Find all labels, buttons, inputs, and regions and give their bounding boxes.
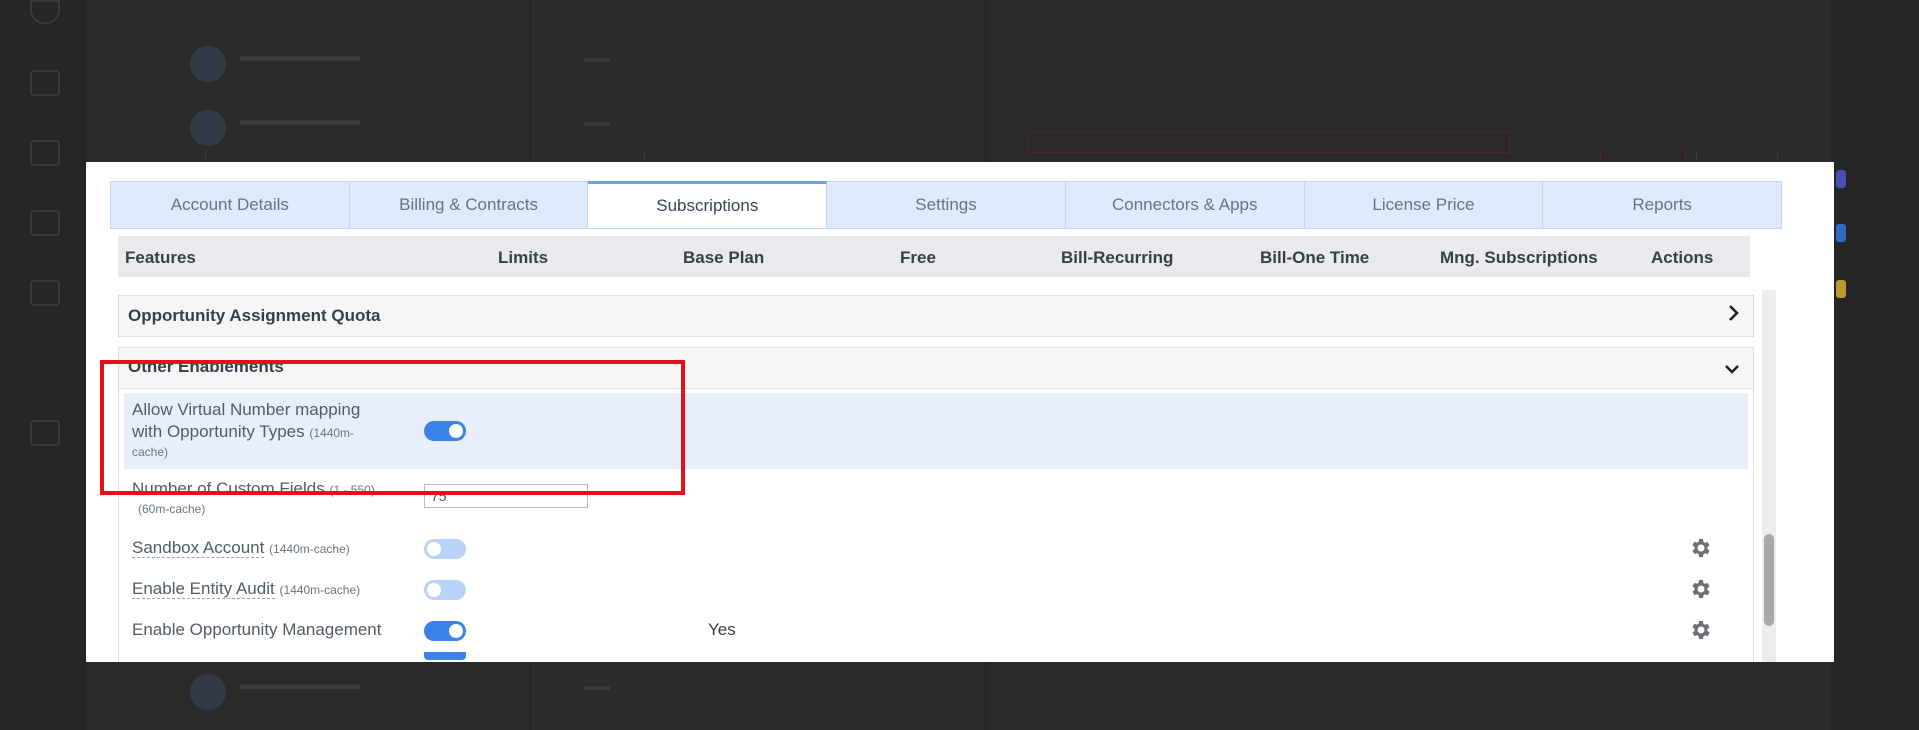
background-item-title: ▬▬▬▬▬▬▬▬ [240,676,360,693]
background-avatar [190,46,226,82]
sandbox-account-toggle[interactable] [424,539,466,559]
opportunity-management-toggle[interactable] [424,621,466,641]
chevron-right-icon[interactable] [1728,303,1740,329]
gear-icon[interactable] [1688,536,1712,560]
background-nav-icon [30,210,60,236]
toggle-knob [449,624,463,638]
tab-reports[interactable]: Reports [1543,182,1781,228]
tab-bar: Account Details Billing & Contracts Subs… [110,181,1782,229]
background-avatar [190,674,226,710]
vertical-scrollbar[interactable] [1762,290,1776,662]
partial-toggle[interactable] [424,652,466,660]
feature-label: Sandbox Account (1440m-cache) [132,537,350,560]
tab-account-details[interactable]: Account Details [111,182,350,228]
background-list-item: ▬▬▬▬▬▬▬▬ ▬▬ [190,42,610,86]
feature-table-header: Features Limits Base Plan Free Bill-Recu… [118,236,1750,277]
tab-billing-contracts[interactable]: Billing & Contracts [350,182,589,228]
feature-row-partial [124,652,1748,662]
background-list-item: ▬▬▬▬▬▬▬▬ ▬▬ [190,106,610,150]
chevron-down-icon[interactable] [1723,358,1741,381]
cache-note: (1440m-cache) [269,542,350,556]
background-item-title: ▬▬▬▬▬▬▬▬ [240,112,360,129]
background-highlight [1028,131,1510,153]
background-nav-icon [30,420,60,446]
highlight-annotation-box [100,360,685,495]
background-app-icon [1836,224,1846,242]
feature-label-text: Enable Entity Audit [132,579,275,599]
background-app-icon [1836,170,1846,188]
column-header-free: Free [900,248,936,267]
tab-settings[interactable]: Settings [827,182,1066,228]
column-header-features: Features [125,248,196,267]
background-item-count: ▬▬ [584,678,610,693]
tab-connectors-apps[interactable]: Connectors & Apps [1066,182,1305,228]
background-nav-icon [30,280,60,306]
background-nav-icon [30,70,60,96]
background-list-item: ▬▬▬▬▬▬▬▬ ▬▬ [190,670,610,714]
toggle-knob [427,542,441,556]
column-header-bill-one-time: Bill-One Time [1260,248,1370,267]
toggle-knob [427,583,441,597]
background-app-icon [1836,280,1846,298]
feature-row-entity-audit: Enable Entity Audit (1440m-cache) [124,569,1748,609]
section-title: Opportunity Assignment Quota [128,306,381,325]
entity-audit-toggle[interactable] [424,580,466,600]
column-header-mng-subscriptions: Mng. Subscriptions [1440,248,1598,267]
base-plan-value: Yes [708,620,736,639]
background-logo-icon [30,0,60,24]
feature-label-text: Enable Opportunity Management [132,620,382,639]
column-header-base-plan: Base Plan [683,248,765,267]
cache-note: (60m-cache) [138,502,206,516]
feature-row-opportunity-management: Enable Opportunity Management Yes [124,610,1748,650]
section-opportunity-assignment-quota[interactable]: Opportunity Assignment Quota [118,295,1754,337]
background-avatar [190,110,226,146]
background-nav-icon [30,140,60,166]
gear-icon[interactable] [1688,577,1712,601]
gear-icon[interactable] [1688,618,1712,642]
feature-label-text: Sandbox Account [132,538,265,558]
cache-note: (1440m-cache) [279,583,361,597]
tab-subscriptions[interactable]: Subscriptions [588,181,828,228]
tab-license-price[interactable]: License Price [1305,182,1544,228]
feature-label: Enable Opportunity Management [132,619,382,641]
feature-label: Enable Entity Audit (1440m-cache) [132,578,360,601]
background-sidebar [0,0,85,730]
background-right-rail [1830,0,1919,730]
feature-row-sandbox-account: Sandbox Account (1440m-cache) [124,528,1748,568]
background-item-count: ▬▬ [584,114,610,129]
background-item-count: ▬▬ [584,50,610,65]
scrollbar-thumb[interactable] [1764,534,1774,626]
column-header-actions: Actions [1651,248,1714,267]
column-header-limits: Limits [498,248,549,267]
column-header-bill-recurring: Bill-Recurring [1061,248,1174,267]
background-item-title: ▬▬▬▬▬▬▬▬ [240,48,360,65]
